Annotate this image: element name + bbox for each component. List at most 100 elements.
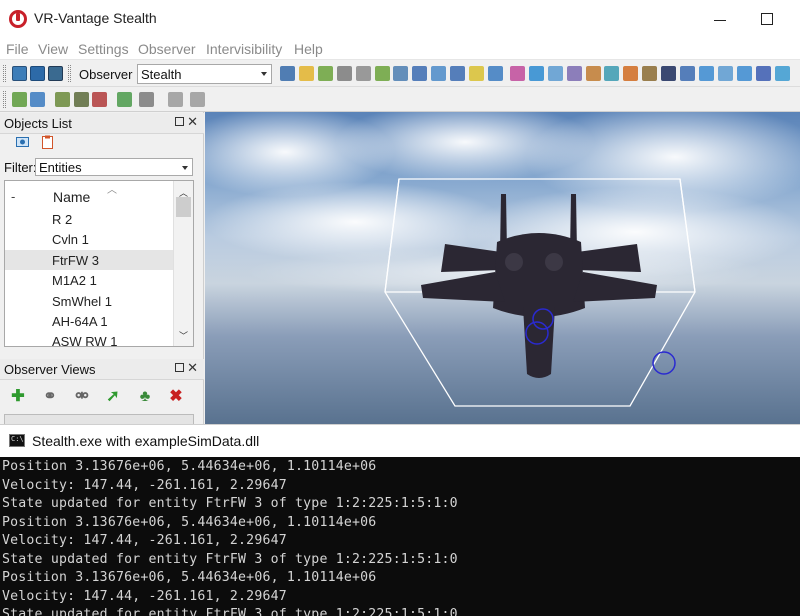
scroll-down-icon[interactable]: ﹀ bbox=[179, 329, 188, 342]
target-icon[interactable] bbox=[487, 66, 503, 81]
tracker-icon[interactable] bbox=[585, 66, 601, 81]
menu-help[interactable]: Help bbox=[294, 41, 323, 57]
console-line: Velocity: 147.44, -261.161, 2.29647 bbox=[2, 588, 287, 604]
3d-viewport[interactable] bbox=[205, 112, 800, 424]
frame-icon[interactable] bbox=[431, 66, 447, 81]
delete-entity-icon[interactable] bbox=[92, 92, 107, 107]
delete-icon[interactable]: ✖ bbox=[168, 389, 184, 405]
observer-label: Observer 1 bbox=[79, 67, 144, 82]
list-item[interactable]: SmWhel 1 bbox=[5, 291, 173, 311]
menu-intervisibility[interactable]: Intervisibility bbox=[206, 41, 282, 57]
objects-list-header: Objects List ✕ bbox=[0, 113, 204, 134]
burst-icon[interactable] bbox=[623, 66, 639, 81]
sky-icon[interactable] bbox=[774, 66, 790, 81]
close-panel-icon[interactable]: ✕ bbox=[187, 114, 198, 130]
list-item[interactable]: R 2 bbox=[5, 209, 173, 229]
move-left-icon[interactable] bbox=[298, 66, 314, 81]
console-line: State updated for entity FtrFW 3 of type… bbox=[2, 496, 458, 511]
create-entity-icon[interactable] bbox=[12, 92, 27, 107]
console-title-bar: Stealth.exe with exampleSimData.dll bbox=[0, 424, 800, 457]
list-item[interactable]: ASW RW 1 bbox=[5, 331, 173, 346]
unlink-icon[interactable]: ⚮ bbox=[74, 389, 90, 405]
fly-to-icon[interactable] bbox=[280, 66, 295, 81]
console-output[interactable]: Position 3.13676e+06, 5.44634e+06, 1.101… bbox=[0, 457, 800, 616]
list-scrollbar[interactable]: ︿ ﹀ bbox=[173, 181, 193, 346]
copy-icon[interactable] bbox=[139, 92, 154, 107]
menu-file[interactable]: File bbox=[6, 41, 29, 57]
console-line: Position 3.13676e+06, 5.44634e+06, 1.101… bbox=[2, 459, 377, 474]
edit-icon[interactable] bbox=[566, 66, 582, 81]
toolbar-grip[interactable] bbox=[3, 91, 6, 108]
app-logo-icon bbox=[9, 10, 27, 28]
lasso-icon[interactable] bbox=[528, 66, 544, 81]
layers-icon[interactable] bbox=[698, 66, 714, 81]
add-icon[interactable]: ✚ bbox=[10, 389, 26, 405]
console-line: State updated for entity FtrFW 3 of type… bbox=[2, 607, 458, 616]
align-right-icon[interactable] bbox=[190, 92, 205, 107]
overlay-icon[interactable] bbox=[717, 66, 733, 81]
float-panel-icon[interactable] bbox=[175, 117, 184, 126]
console-icon bbox=[9, 434, 25, 447]
tag-icon[interactable] bbox=[509, 66, 525, 81]
filter-select[interactable]: Entities bbox=[35, 158, 193, 176]
scope-icon[interactable] bbox=[680, 66, 695, 81]
save-view-icon[interactable] bbox=[30, 66, 45, 81]
column-expand-header[interactable]: - bbox=[11, 189, 15, 204]
move-right-icon[interactable] bbox=[317, 66, 333, 81]
map-icon[interactable] bbox=[450, 66, 466, 81]
objects-list-title: Objects List bbox=[4, 116, 72, 131]
goto-icon[interactable]: ➚ bbox=[105, 389, 121, 405]
close-panel-icon[interactable]: ✕ bbox=[187, 360, 198, 376]
terrain-icon[interactable] bbox=[374, 66, 390, 81]
scroll-thumb[interactable] bbox=[176, 197, 191, 217]
console-line: Velocity: 147.44, -261.161, 2.29647 bbox=[2, 477, 287, 493]
list-item[interactable]: AH-64A 1 bbox=[5, 311, 173, 331]
menu-observer[interactable]: Observer bbox=[138, 41, 196, 57]
console-line: Position 3.13676e+06, 5.44634e+06, 1.101… bbox=[2, 514, 377, 530]
secondary-toolbar bbox=[0, 87, 800, 112]
entities-tab-icon[interactable] bbox=[16, 135, 29, 149]
menu-view[interactable]: View bbox=[38, 41, 68, 57]
sensor-icon[interactable] bbox=[604, 66, 620, 81]
observer-mode-value: Stealth bbox=[141, 67, 182, 82]
minimize-button[interactable] bbox=[706, 6, 736, 32]
filter-value: Entities bbox=[39, 160, 82, 175]
link-icon[interactable]: ⚭ bbox=[42, 389, 58, 405]
entity-list-icon[interactable] bbox=[30, 92, 45, 107]
hud-icon[interactable] bbox=[736, 66, 752, 81]
toolbar-grip[interactable] bbox=[68, 65, 71, 82]
night-icon[interactable] bbox=[661, 66, 677, 81]
menu-settings[interactable]: Settings bbox=[78, 41, 129, 57]
measure-icon[interactable] bbox=[547, 66, 563, 81]
list-item[interactable]: Cvln 1 bbox=[5, 229, 173, 249]
clipboard-tab-icon[interactable] bbox=[41, 135, 54, 149]
zoom-icon[interactable] bbox=[642, 66, 658, 81]
console-line: Velocity: 147.44, -261.161, 2.29647 bbox=[2, 533, 287, 548]
group-icon[interactable]: ♣ bbox=[137, 389, 153, 405]
console-title: Stealth.exe with exampleSimData.dll bbox=[32, 433, 260, 449]
axis-icon[interactable] bbox=[412, 66, 428, 81]
objects-list[interactable]: - Name ︿ R 2 Cvln 1 FtrFW 3 M1A2 1 SmWhel 1A… bbox=[4, 180, 194, 347]
grid-icon[interactable] bbox=[355, 66, 371, 81]
maximize-button[interactable] bbox=[752, 6, 782, 32]
tank-icon[interactable] bbox=[55, 92, 70, 107]
list-item[interactable]: FtrFW 3 bbox=[5, 249, 173, 270]
screenshot-icon[interactable] bbox=[12, 66, 27, 81]
chevron-down-icon bbox=[261, 72, 267, 76]
toolbar-grip[interactable] bbox=[3, 65, 6, 82]
observer-views-list[interactable] bbox=[4, 414, 194, 424]
aircraft-icon[interactable] bbox=[117, 92, 132, 107]
pen-icon[interactable] bbox=[755, 66, 771, 81]
filter-label: Filter: bbox=[4, 160, 37, 175]
app-root: VR-Vantage Stealth File View Settings Ob… bbox=[0, 0, 800, 616]
bulb-icon[interactable] bbox=[469, 66, 484, 81]
column-name-header[interactable]: Name bbox=[53, 189, 90, 205]
vehicle-icon[interactable] bbox=[74, 92, 89, 107]
camera-icon[interactable] bbox=[393, 66, 409, 81]
float-panel-icon[interactable] bbox=[175, 363, 184, 372]
align-left-icon[interactable] bbox=[168, 92, 183, 107]
record-icon[interactable] bbox=[48, 66, 63, 81]
spin-icon[interactable] bbox=[336, 66, 352, 81]
observer-mode-select[interactable]: Stealth bbox=[137, 64, 272, 84]
list-item[interactable]: M1A2 1 bbox=[5, 270, 173, 290]
